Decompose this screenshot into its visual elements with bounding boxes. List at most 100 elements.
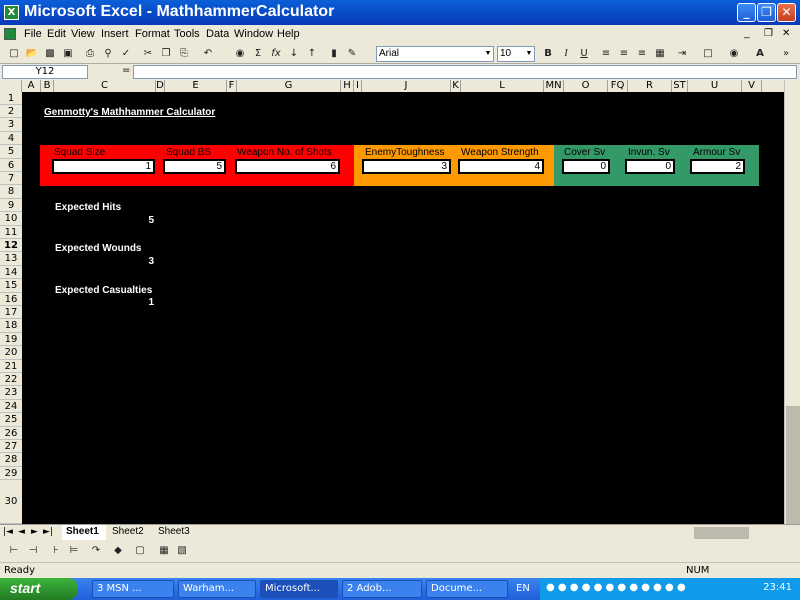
next-sheet-button[interactable]: ► (31, 527, 38, 537)
horizontal-scroll-thumb[interactable] (694, 527, 749, 539)
column-header[interactable]: E (165, 80, 227, 92)
row-header[interactable]: 16 (0, 293, 22, 306)
row-header[interactable]: 8 (0, 185, 22, 199)
font-size-select[interactable]: 10 ▼ (497, 46, 535, 62)
column-header[interactable]: U (688, 80, 742, 92)
task-adobe[interactable]: 2 Adob... (342, 580, 422, 598)
column-header[interactable]: V (742, 80, 762, 92)
weapon-strength-cell[interactable]: 4 (458, 159, 544, 174)
row-header[interactable]: 25 (0, 413, 22, 427)
tab-sheet3[interactable]: Sheet3 (158, 525, 190, 540)
row-header[interactable]: 13 (0, 252, 22, 266)
row-header[interactable]: 11 (0, 226, 22, 239)
row-header[interactable]: 3 (0, 118, 22, 132)
select-all-corner[interactable] (0, 80, 22, 92)
row-header[interactable]: 19 (0, 333, 22, 346)
doc-restore-button[interactable]: ❐ (764, 28, 773, 39)
align-left-icon[interactable]: ≡ (598, 46, 614, 62)
font-color-icon[interactable]: A (752, 46, 768, 62)
menu-data[interactable]: Data (206, 28, 229, 40)
close-button[interactable]: ✕ (777, 3, 796, 22)
italic-button[interactable]: I (558, 46, 574, 62)
circle-invalid-icon[interactable]: ▦ (156, 543, 172, 559)
toolbar-options-icon[interactable]: » (778, 46, 794, 62)
task-warhammer[interactable]: Warham... (178, 580, 256, 598)
paste-icon[interactable]: ⎘ (176, 46, 192, 62)
row-header[interactable]: 2 (0, 105, 22, 118)
row-header[interactable]: 28 (0, 453, 22, 467)
workbook-icon[interactable] (4, 28, 16, 40)
tab-sheet2[interactable]: Sheet2 (112, 525, 144, 540)
row-header[interactable]: 14 (0, 266, 22, 279)
new-icon[interactable]: □ (6, 46, 22, 62)
column-header[interactable]: H (341, 80, 354, 92)
tray-icons[interactable]: ● ● ● ● ● ● ● ● ● ● ● ● (546, 582, 686, 593)
borders-icon[interactable]: □ (700, 46, 716, 62)
column-header[interactable]: MN (544, 80, 564, 92)
formula-input[interactable] (133, 65, 797, 79)
row-header[interactable]: 7 (0, 172, 22, 185)
squad-bs-cell[interactable]: 5 (163, 159, 226, 174)
row-header[interactable]: 18 (0, 319, 22, 333)
name-box[interactable]: Y12 (2, 65, 88, 79)
invun-sv-cell[interactable]: 0 (625, 159, 675, 174)
permission-icon[interactable]: ▣ (60, 46, 76, 62)
enemy-toughness-cell[interactable]: 3 (362, 159, 451, 174)
column-header[interactable]: R (628, 80, 672, 92)
row-header[interactable]: 20 (0, 346, 22, 360)
menu-file[interactable]: File (24, 28, 42, 40)
menu-view[interactable]: View (71, 28, 95, 40)
sort-descending-icon[interactable]: ↑ (304, 46, 320, 62)
underline-button[interactable]: U (576, 46, 592, 62)
column-header[interactable]: G (237, 80, 341, 92)
row-header[interactable]: 6 (0, 159, 22, 172)
column-header[interactable]: ST (672, 80, 688, 92)
remove-arrows-icon[interactable]: ↷ (88, 543, 104, 559)
open-icon[interactable]: 📂 (24, 46, 40, 62)
row-header[interactable]: 23 (0, 386, 22, 400)
row-header[interactable]: 10 (0, 212, 22, 226)
vertical-scroll-thumb[interactable] (786, 406, 800, 524)
bold-button[interactable]: B (540, 46, 556, 62)
weapon-shots-cell[interactable]: 6 (235, 159, 340, 174)
menu-edit[interactable]: Edit (47, 28, 66, 40)
armour-sv-cell[interactable]: 2 (690, 159, 745, 174)
clear-circles-icon[interactable]: ▧ (174, 543, 190, 559)
task-excel[interactable]: Microsoft... (260, 580, 338, 598)
minimize-button[interactable]: _ (737, 3, 756, 22)
remove-precedents-icon[interactable]: ⊣ (25, 543, 41, 559)
align-center-icon[interactable]: ≡ (616, 46, 632, 62)
column-header[interactable]: O (564, 80, 608, 92)
cut-icon[interactable]: ✂ (140, 46, 156, 62)
doc-close-button[interactable]: ✕ (782, 28, 790, 39)
column-header[interactable]: L (461, 80, 544, 92)
row-header[interactable]: 17 (0, 306, 22, 319)
menu-insert[interactable]: Insert (101, 28, 129, 40)
column-header[interactable]: K (451, 80, 461, 92)
spreadsheet-grid[interactable]: Genmotty's Mathhammer Calculator Squad S… (22, 92, 784, 524)
spelling-icon[interactable]: ✓ (118, 46, 134, 62)
row-header[interactable]: 27 (0, 440, 22, 453)
cover-sv-cell[interactable]: 0 (562, 159, 610, 174)
undo-icon[interactable]: ↶ (200, 46, 216, 62)
column-header[interactable]: FQ (608, 80, 628, 92)
fill-color-icon[interactable]: ◉ (726, 46, 742, 62)
indent-icon[interactable]: ⇥ (674, 46, 690, 62)
hyperlink-icon[interactable]: ◉ (232, 46, 248, 62)
menu-window[interactable]: Window (234, 28, 273, 40)
last-sheet-button[interactable]: ►| (43, 527, 53, 537)
column-header[interactable]: J (362, 80, 451, 92)
autosum-button[interactable]: Σ (250, 46, 266, 62)
column-header[interactable]: D (156, 80, 165, 92)
row-header[interactable]: 22 (0, 373, 22, 386)
row-header[interactable]: 26 (0, 427, 22, 440)
row-header[interactable]: 29 (0, 467, 22, 480)
sort-ascending-icon[interactable]: ↓ (286, 46, 302, 62)
column-header[interactable]: A (22, 80, 41, 92)
maximize-button[interactable]: ❐ (757, 3, 776, 22)
column-header[interactable]: B (41, 80, 54, 92)
menu-tools[interactable]: Tools (174, 28, 200, 40)
row-header[interactable]: 1 (0, 92, 22, 105)
row-header-active[interactable]: 12 (0, 239, 22, 252)
prev-sheet-button[interactable]: ◄ (18, 527, 25, 537)
